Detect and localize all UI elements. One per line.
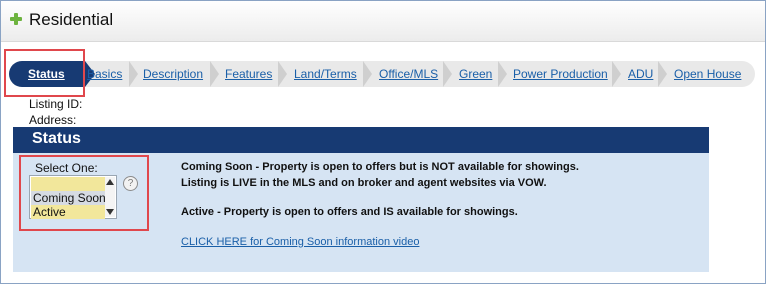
tab-separator bbox=[612, 61, 621, 87]
listbox-scrollbar[interactable] bbox=[105, 177, 115, 217]
tab-basics[interactable]: Basics bbox=[87, 61, 122, 87]
tab-separator bbox=[443, 61, 452, 87]
page-title: Residential bbox=[29, 10, 114, 29]
tab-separator bbox=[278, 61, 287, 87]
coming-soon-video-link[interactable]: CLICK HERE for Coming Soon information v… bbox=[181, 236, 419, 248]
tab-features[interactable]: Features bbox=[225, 61, 272, 87]
tab-office-mls[interactable]: Office/MLS bbox=[379, 61, 438, 87]
tab-status-label[interactable]: Status bbox=[28, 61, 65, 87]
tab-green[interactable]: Green bbox=[459, 61, 492, 87]
status-section: Status bbox=[13, 127, 709, 272]
tab-separator bbox=[129, 61, 138, 87]
section-title: Status bbox=[32, 130, 81, 147]
status-listbox[interactable]: Coming Soon Active bbox=[29, 175, 117, 219]
tab-separator bbox=[498, 61, 507, 87]
scroll-up-arrow-icon[interactable] bbox=[106, 179, 114, 185]
section-header: Status bbox=[13, 127, 709, 153]
plus-icon bbox=[10, 13, 22, 25]
help-icon[interactable]: ? bbox=[123, 176, 138, 191]
status-option-coming-soon[interactable]: Coming Soon bbox=[31, 191, 105, 205]
active-description: Active - Property is open to offers and … bbox=[181, 206, 518, 218]
tab-separator bbox=[658, 61, 667, 87]
tab-adu[interactable]: ADU bbox=[628, 61, 653, 87]
coming-soon-live-description: Listing is LIVE in the MLS and on broker… bbox=[181, 177, 547, 189]
tab-bar: Status Basics Description Features Land/… bbox=[9, 61, 755, 87]
tab-power-production[interactable]: Power Production bbox=[513, 61, 608, 87]
status-option-empty[interactable] bbox=[31, 177, 105, 191]
tab-open-house[interactable]: Open House bbox=[674, 61, 741, 87]
tab-status[interactable]: Status bbox=[9, 61, 85, 87]
tab-land-terms[interactable]: Land/Terms bbox=[294, 61, 357, 87]
page-header: Residential bbox=[1, 1, 765, 42]
coming-soon-description: Coming Soon - Property is open to offers… bbox=[181, 161, 579, 173]
scroll-down-arrow-icon[interactable] bbox=[106, 209, 114, 215]
tab-separator bbox=[363, 61, 372, 87]
tab-separator bbox=[210, 61, 219, 87]
listing-id-label: Listing ID: bbox=[29, 97, 83, 111]
tab-description[interactable]: Description bbox=[143, 61, 203, 87]
select-one-label: Select One: bbox=[35, 161, 98, 175]
address-label: Address: bbox=[29, 113, 77, 127]
status-option-active[interactable]: Active bbox=[31, 205, 105, 219]
